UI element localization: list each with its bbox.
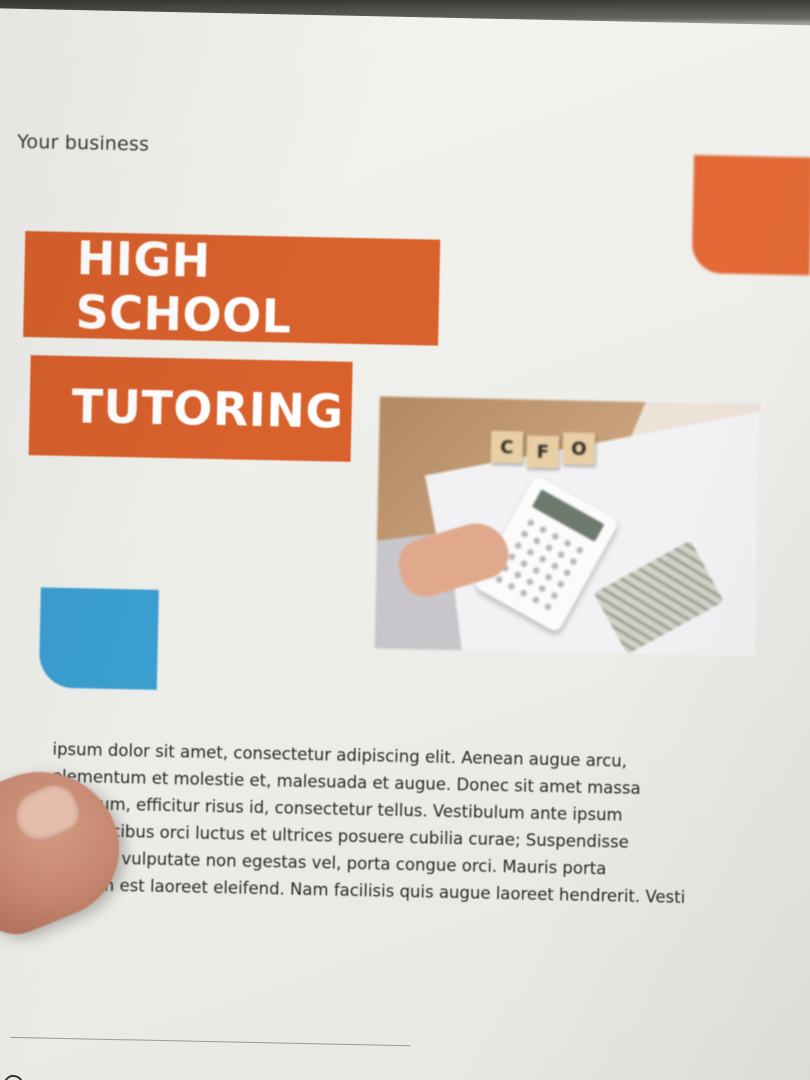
brand-name: Your business bbox=[16, 130, 150, 156]
blue-square-decoration bbox=[38, 587, 159, 690]
divider bbox=[10, 1036, 411, 1047]
body-paragraph: ipsum dolor sit amet, consectetur adipis… bbox=[49, 736, 762, 913]
calculator-money-photo: C F O bbox=[374, 396, 760, 657]
letter-block: C bbox=[490, 430, 524, 464]
title-line-1: HIGH SCHOOL bbox=[75, 231, 293, 344]
orange-square-decoration bbox=[691, 154, 810, 276]
flyer-page: Your business HIGH SCHOOL TUTORING C F O bbox=[0, 8, 810, 1080]
title-banner-1: HIGH SCHOOL bbox=[23, 230, 441, 346]
letter-block: F bbox=[526, 435, 560, 469]
title-banner-2: TUTORING bbox=[28, 355, 353, 462]
circle-icon bbox=[3, 1074, 24, 1080]
photo-letter-blocks: C F O bbox=[490, 430, 596, 469]
photo-scene: Your business HIGH SCHOOL TUTORING C F O bbox=[0, 0, 810, 1080]
title-line-2: TUTORING bbox=[71, 379, 345, 439]
thumbnail-nail bbox=[8, 778, 85, 847]
letter-block: O bbox=[562, 432, 596, 465]
